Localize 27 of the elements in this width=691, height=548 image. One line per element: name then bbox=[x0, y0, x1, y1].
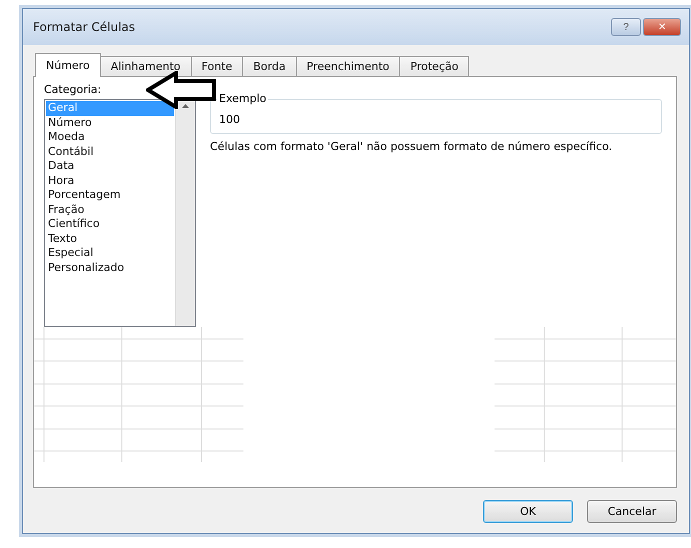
tab[interactable]: Preenchimento bbox=[296, 56, 400, 77]
window-title: Formatar Células bbox=[33, 20, 136, 34]
category-label: Categoria: bbox=[44, 83, 102, 96]
scroll-up-icon[interactable] bbox=[182, 104, 189, 108]
scrollbar[interactable] bbox=[175, 100, 195, 326]
ok-button[interactable]: OK bbox=[483, 500, 573, 523]
sample-label: Exemplo bbox=[217, 92, 268, 105]
description-text: Células com formato 'Geral' não possuem formato de número específico. bbox=[210, 140, 614, 153]
cancel-button[interactable]: Cancelar bbox=[587, 500, 677, 523]
list-item[interactable]: Especial bbox=[46, 246, 174, 260]
list-item[interactable]: Número bbox=[46, 116, 174, 130]
list-item[interactable]: Porcentagem bbox=[46, 188, 174, 202]
list-item[interactable]: Personalizado bbox=[46, 260, 174, 275]
list-item[interactable]: Contábil bbox=[46, 144, 174, 159]
help-button[interactable]: ? bbox=[611, 18, 641, 36]
tab[interactable]: Número bbox=[35, 53, 101, 77]
list-item[interactable]: Hora bbox=[46, 174, 174, 188]
tab[interactable]: Borda bbox=[242, 56, 297, 77]
list-item[interactable]: Fração bbox=[46, 202, 174, 217]
list-item[interactable]: Texto bbox=[46, 232, 174, 246]
tab[interactable]: Proteção bbox=[399, 56, 470, 77]
tab[interactable]: Fonte bbox=[190, 56, 244, 77]
list-item[interactable]: Moeda bbox=[46, 130, 174, 144]
tab[interactable]: Alinhamento bbox=[100, 56, 192, 77]
list-item[interactable]: Data bbox=[46, 159, 174, 174]
list-item[interactable]: Científico bbox=[46, 217, 174, 232]
sample-value: 100 bbox=[219, 113, 240, 126]
